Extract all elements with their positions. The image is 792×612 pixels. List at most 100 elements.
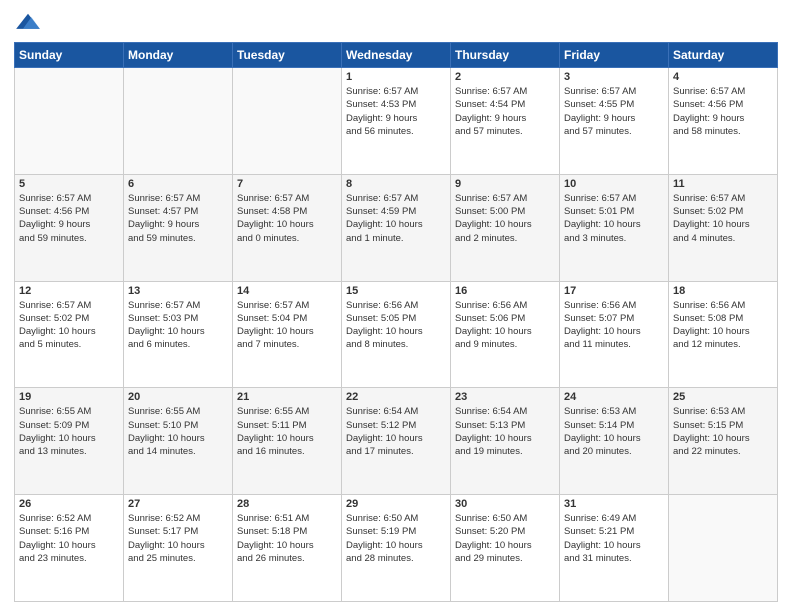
cell-info: Sunrise: 6:53 AMSunset: 5:14 PMDaylight:… [564,405,664,458]
calendar-cell: 10 Sunrise: 6:57 AMSunset: 5:01 PMDayligh… [560,174,669,281]
cell-info: Sunrise: 6:57 AMSunset: 4:56 PMDaylight:… [673,85,773,138]
cell-info: Sunrise: 6:57 AMSunset: 4:55 PMDaylight:… [564,85,664,138]
calendar-cell: 28Sunrise: 6:51 AMSunset: 5:18 PMDayligh… [233,495,342,602]
calendar-cell: 11 Sunrise: 6:57 AMSunset: 5:02 PMDayligh… [669,174,778,281]
calendar-week-row: 12Sunrise: 6:57 AMSunset: 5:02 PMDayligh… [15,281,778,388]
cell-date-number: 27 [128,498,228,510]
cell-info: Sunrise: 6:54 AMSunset: 5:12 PMDaylight:… [346,405,446,458]
cell-info: Sunrise: 6:49 AMSunset: 5:21 PMDaylight:… [564,512,664,565]
header [14,12,778,34]
cell-date-number: 13 [128,285,228,297]
cell-date-number: 26 [19,498,119,510]
calendar-cell: 29 Sunrise: 6:50 AMSunset: 5:19 PMDayligh… [342,495,451,602]
calendar-cell: 7 Sunrise: 6:57 AMSunset: 4:58 PMDaylight… [233,174,342,281]
cell-info: Sunrise: 6:57 AMSunset: 5:03 PMDaylight:… [128,299,228,352]
calendar-week-row: 19 Sunrise: 6:55 AMSunset: 5:09 PMDayligh… [15,388,778,495]
calendar-cell: 27 Sunrise: 6:52 AMSunset: 5:17 PMDayligh… [124,495,233,602]
calendar-cell: 6Sunrise: 6:57 AMSunset: 4:57 PMDaylight… [124,174,233,281]
cell-info: Sunrise: 6:57 AMSunset: 4:58 PMDaylight:… [237,192,337,245]
calendar-cell: 20 Sunrise: 6:55 AMSunset: 5:10 PMDayligh… [124,388,233,495]
calendar-cell: 26 Sunrise: 6:52 AMSunset: 5:16 PMDayligh… [15,495,124,602]
cell-date-number: 24 [564,391,664,403]
calendar-cell: 13 Sunrise: 6:57 AMSunset: 5:03 PMDayligh… [124,281,233,388]
page: SundayMondayTuesdayWednesdayThursdayFrid… [0,0,792,612]
cell-date-number: 18 [673,285,773,297]
calendar-week-row: 5 Sunrise: 6:57 AMSunset: 4:56 PMDaylight… [15,174,778,281]
calendar-cell [15,68,124,175]
cell-date-number: 23 [455,391,555,403]
calendar-cell: 3 Sunrise: 6:57 AMSunset: 4:55 PMDaylight… [560,68,669,175]
calendar-cell: 15Sunrise: 6:56 AMSunset: 5:05 PMDayligh… [342,281,451,388]
cell-info: Sunrise: 6:55 AMSunset: 5:09 PMDaylight:… [19,405,119,458]
cell-date-number: 21 [237,391,337,403]
cell-date-number: 31 [564,498,664,510]
calendar-cell: 25 Sunrise: 6:53 AMSunset: 5:15 PMDayligh… [669,388,778,495]
calendar-cell: 5 Sunrise: 6:57 AMSunset: 4:56 PMDaylight… [15,174,124,281]
logo [14,12,46,34]
cell-info: Sunrise: 6:50 AMSunset: 5:19 PMDaylight:… [346,512,446,565]
calendar-cell [124,68,233,175]
cell-info: Sunrise: 6:57 AMSunset: 5:04 PMDaylight:… [237,299,337,352]
cell-info: Sunrise: 6:52 AMSunset: 5:17 PMDaylight:… [128,512,228,565]
day-header-sunday: Sunday [15,43,124,68]
cell-info: Sunrise: 6:57 AMSunset: 5:02 PMDaylight:… [673,192,773,245]
calendar-cell: 22Sunrise: 6:54 AMSunset: 5:12 PMDayligh… [342,388,451,495]
cell-date-number: 15 [346,285,446,297]
cell-info: Sunrise: 6:57 AMSunset: 4:54 PMDaylight:… [455,85,555,138]
cell-info: Sunrise: 6:52 AMSunset: 5:16 PMDaylight:… [19,512,119,565]
cell-date-number: 6 [128,178,228,190]
calendar-cell: 31 Sunrise: 6:49 AMSunset: 5:21 PMDayligh… [560,495,669,602]
cell-date-number: 25 [673,391,773,403]
cell-info: Sunrise: 6:56 AMSunset: 5:07 PMDaylight:… [564,299,664,352]
cell-date-number: 11 [673,178,773,190]
cell-date-number: 3 [564,71,664,83]
cell-date-number: 7 [237,178,337,190]
cell-info: Sunrise: 6:57 AMSunset: 5:00 PMDaylight:… [455,192,555,245]
day-header-thursday: Thursday [451,43,560,68]
cell-info: Sunrise: 6:57 AMSunset: 4:56 PMDaylight:… [19,192,119,245]
cell-info: Sunrise: 6:57 AMSunset: 5:01 PMDaylight:… [564,192,664,245]
cell-date-number: 30 [455,498,555,510]
logo-icon [14,12,42,34]
cell-date-number: 10 [564,178,664,190]
calendar-cell: 21 Sunrise: 6:55 AMSunset: 5:11 PMDayligh… [233,388,342,495]
calendar-cell: 23 Sunrise: 6:54 AMSunset: 5:13 PMDayligh… [451,388,560,495]
calendar-cell [233,68,342,175]
calendar-cell [669,495,778,602]
cell-date-number: 1 [346,71,446,83]
cell-info: Sunrise: 6:50 AMSunset: 5:20 PMDaylight:… [455,512,555,565]
day-header-saturday: Saturday [669,43,778,68]
cell-date-number: 19 [19,391,119,403]
cell-date-number: 20 [128,391,228,403]
cell-date-number: 2 [455,71,555,83]
calendar-header-row: SundayMondayTuesdayWednesdayThursdayFrid… [15,43,778,68]
calendar-cell: 2 Sunrise: 6:57 AMSunset: 4:54 PMDaylight… [451,68,560,175]
cell-info: Sunrise: 6:57 AMSunset: 4:53 PMDaylight:… [346,85,446,138]
cell-info: Sunrise: 6:57 AMSunset: 4:59 PMDaylight:… [346,192,446,245]
cell-info: Sunrise: 6:55 AMSunset: 5:11 PMDaylight:… [237,405,337,458]
calendar-cell: 18Sunrise: 6:56 AMSunset: 5:08 PMDayligh… [669,281,778,388]
cell-info: Sunrise: 6:55 AMSunset: 5:10 PMDaylight:… [128,405,228,458]
day-header-friday: Friday [560,43,669,68]
calendar-cell: 1 Sunrise: 6:57 AMSunset: 4:53 PMDaylight… [342,68,451,175]
calendar-cell: 9 Sunrise: 6:57 AMSunset: 5:00 PMDaylight… [451,174,560,281]
cell-info: Sunrise: 6:53 AMSunset: 5:15 PMDaylight:… [673,405,773,458]
cell-date-number: 28 [237,498,337,510]
cell-date-number: 12 [19,285,119,297]
cell-info: Sunrise: 6:54 AMSunset: 5:13 PMDaylight:… [455,405,555,458]
calendar-cell: 19 Sunrise: 6:55 AMSunset: 5:09 PMDayligh… [15,388,124,495]
calendar-cell: 24 Sunrise: 6:53 AMSunset: 5:14 PMDayligh… [560,388,669,495]
calendar-cell: 16Sunrise: 6:56 AMSunset: 5:06 PMDayligh… [451,281,560,388]
cell-date-number: 4 [673,71,773,83]
calendar-cell: 8 Sunrise: 6:57 AMSunset: 4:59 PMDaylight… [342,174,451,281]
calendar-cell: 4 Sunrise: 6:57 AMSunset: 4:56 PMDaylight… [669,68,778,175]
calendar-cell: 12Sunrise: 6:57 AMSunset: 5:02 PMDayligh… [15,281,124,388]
cell-date-number: 5 [19,178,119,190]
cell-date-number: 8 [346,178,446,190]
calendar-week-row: 26 Sunrise: 6:52 AMSunset: 5:16 PMDayligh… [15,495,778,602]
cell-date-number: 9 [455,178,555,190]
day-header-tuesday: Tuesday [233,43,342,68]
calendar-week-row: 1 Sunrise: 6:57 AMSunset: 4:53 PMDaylight… [15,68,778,175]
cell-date-number: 29 [346,498,446,510]
cell-date-number: 17 [564,285,664,297]
